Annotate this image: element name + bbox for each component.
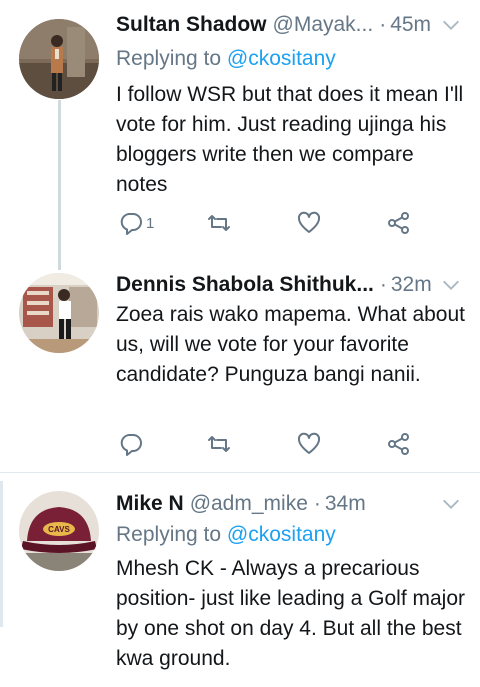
tweet-text: Zoea rais wako mapema. What about us, wi…: [116, 303, 466, 386]
thread-indicator-bar: [0, 481, 3, 627]
replying-to-label: Replying to: [116, 523, 222, 546]
avatar-image-mike: CAVS: [19, 491, 99, 571]
chevron-down-icon[interactable]: [440, 14, 462, 36]
replying-to: Replying to @ckositany: [116, 44, 336, 74]
timestamp[interactable]: 32m: [391, 270, 432, 300]
retweet-button[interactable]: [206, 429, 232, 459]
avatar-image-dennis: [19, 273, 99, 353]
username-handle[interactable]: @Mayak...: [273, 10, 374, 40]
timestamp[interactable]: 45m: [390, 10, 431, 40]
share-button[interactable]: [386, 429, 412, 459]
retweet-icon: [206, 210, 232, 236]
like-button[interactable]: [296, 208, 322, 238]
display-name[interactable]: Dennis Shabola Shithuk...: [116, 270, 374, 300]
retweet-icon: [206, 431, 232, 457]
separator-dot: ·: [379, 13, 387, 36]
share-icon: [386, 210, 412, 236]
reply-icon: [118, 210, 144, 236]
replying-to-link[interactable]: @ckositany: [227, 47, 336, 70]
retweet-button[interactable]: [206, 208, 232, 238]
tweet-2[interactable]: Dennis Shabola Shithuk... · 32m Zoea rai…: [0, 262, 480, 472]
replying-to-link[interactable]: @ckositany: [227, 523, 336, 546]
tweet-3[interactable]: CAVS Mike N @adm_mike · 34m Replying to …: [0, 473, 480, 687]
avatar-image-sultan: [19, 19, 99, 99]
tweet-actions: [116, 429, 436, 459]
avatar[interactable]: [19, 273, 99, 353]
reply-button[interactable]: 1: [118, 208, 154, 238]
avatar[interactable]: CAVS: [19, 491, 99, 571]
timestamp[interactable]: 34m: [325, 489, 366, 519]
reply-button[interactable]: [118, 429, 144, 459]
tweet-text: I follow WSR but that does it mean I'll …: [116, 83, 464, 196]
tweet-1[interactable]: Sultan Shadow @Mayak... · 45m Replying t…: [0, 0, 480, 262]
chevron-down-icon[interactable]: [440, 274, 462, 296]
tweet-actions: 1: [116, 208, 436, 238]
tweet-header: Mike N @adm_mike · 34m: [116, 489, 462, 519]
share-button[interactable]: [386, 208, 412, 238]
username-handle[interactable]: @adm_mike: [190, 489, 308, 519]
like-button[interactable]: [296, 429, 322, 459]
display-name[interactable]: Sultan Shadow: [116, 10, 267, 40]
replying-to: Replying to @ckositany: [116, 520, 336, 550]
heart-icon: [296, 210, 322, 236]
display-name[interactable]: Mike N: [116, 489, 184, 519]
tweet-text: Mhesh CK - Always a precarious position-…: [116, 557, 466, 670]
tweet-header: Sultan Shadow @Mayak... · 45m: [116, 10, 462, 40]
separator-dot: ·: [313, 492, 321, 515]
avatar[interactable]: [19, 19, 99, 99]
share-icon: [386, 431, 412, 457]
heart-icon: [296, 431, 322, 457]
reply-count: 1: [146, 214, 155, 232]
tweet-header: Dennis Shabola Shithuk... · 32m: [116, 270, 462, 300]
separator-dot: ·: [379, 273, 387, 296]
reply-icon: [118, 431, 144, 457]
replying-to-label: Replying to: [116, 47, 222, 70]
svg-text:CAVS: CAVS: [48, 525, 70, 534]
chevron-down-icon[interactable]: [440, 493, 462, 515]
